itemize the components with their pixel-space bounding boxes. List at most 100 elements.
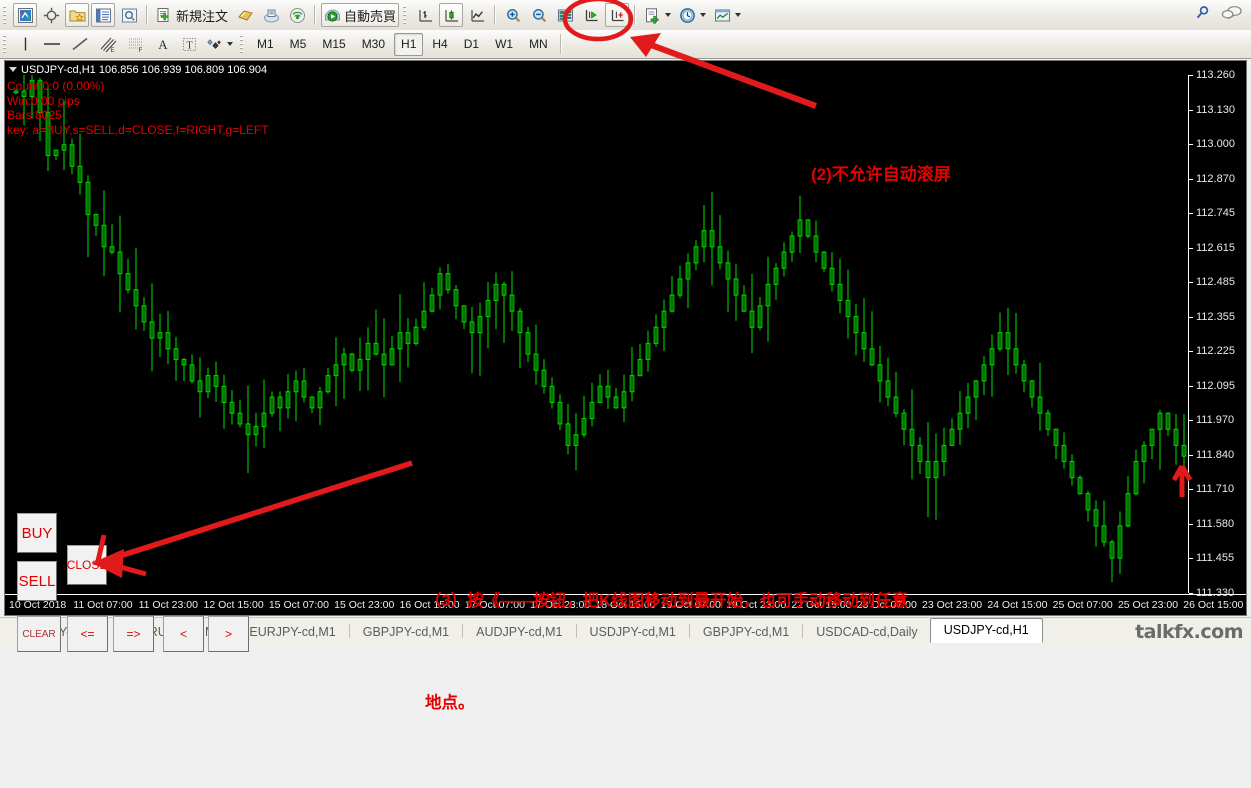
horizontal-line-icon[interactable] [39,32,65,56]
search-icon[interactable] [1193,4,1211,27]
price-tick-label: 111.970 [1196,414,1235,427]
mt4-window: 新規注文 自動売買 E F A T M1 M5 M15 M30 H1 H4 D1… [0,0,1251,712]
timeframe-m15[interactable]: M15 [315,33,352,56]
price-tick [1189,420,1193,422]
chevron-down-icon-3[interactable] [735,13,742,17]
chart-stats-overlay: Count:0:0 (0.00%) Win:0.00 pips Bars:802… [7,79,269,137]
price-tick-label: 112.485 [1196,276,1235,289]
text-label-icon[interactable]: T [177,32,201,56]
step-forward-button[interactable]: > [208,616,249,652]
new-chart-icon[interactable] [13,3,37,27]
time-tick-label: 15 Oct 23:00 [334,599,395,611]
price-tick-label: 112.355 [1196,310,1235,323]
price-tick-label: 111.840 [1196,448,1235,461]
price-tick-label: 111.455 [1196,552,1235,565]
price-tick [1189,109,1193,111]
tab-separator [348,624,350,638]
market-watch-icon[interactable] [553,3,577,27]
chart-tab-8[interactable]: USDJPY-cd,H1 [929,618,1043,643]
jump-end-button[interactable]: => [113,616,154,652]
toolbar-separator-4 [634,5,637,25]
price-tick [1189,454,1193,456]
price-tick-label: 112.615 [1196,241,1235,254]
clear-button[interactable]: CLEAR [17,616,61,652]
data-window-icon[interactable] [91,3,115,27]
price-tick [1189,489,1193,491]
price-tick-label: 113.260 [1196,69,1235,81]
price-tick-label: 112.745 [1196,207,1235,220]
line-chart-icon[interactable] [465,3,489,27]
chart-tab-2[interactable]: EURJPY-cd,M1 [237,621,347,643]
price-tick-label: 112.095 [1196,379,1235,392]
annotation-move-chart-line2: 地点。 [425,694,475,712]
bar-chart-icon[interactable] [413,3,437,27]
add-indicator-button[interactable] [641,3,674,27]
drawing-toolbar: E F A T M1 M5 M15 M30 H1 H4 D1 W1 MN [0,30,1251,59]
price-tick-label: 111.580 [1196,517,1235,530]
equidistant-channel-icon[interactable]: E [95,32,121,56]
cursor-icon[interactable] [13,32,37,56]
crosshair-icon[interactable] [39,3,63,27]
auto-trading-button[interactable]: 自動売買 [321,3,400,27]
timeframe-h1[interactable]: H1 [394,32,424,56]
new-order-label: 新規注文 [176,8,229,24]
zoom-out-icon[interactable] [527,3,551,27]
price-tick [1189,523,1193,525]
time-tick-label: 11 Oct 07:00 [73,599,133,611]
svg-text:T: T [186,40,192,51]
chart-title-text: USDJPY-cd,H1 106.856 106.939 106.809 106… [21,63,268,76]
buy-button[interactable]: BUY [17,513,57,553]
price-tick [1189,178,1193,180]
shapes-button[interactable] [203,32,236,56]
candlestick-chart-icon[interactable] [439,3,464,27]
close-button[interactable]: CLOSE [67,545,107,585]
price-tick [1189,351,1193,353]
new-order-button[interactable]: 新規注文 [153,3,231,27]
period-clock-button[interactable] [676,3,709,27]
timeframe-m1[interactable]: M1 [250,33,281,56]
trendline-icon[interactable] [67,32,93,56]
price-axis[interactable]: 113.260 113.130 113.000 112.870 112.745 112.6… [1188,69,1246,599]
annotation-auto-scroll: (2)不允许自动滚屏 [811,165,951,184]
templates-button[interactable] [711,3,744,27]
zoom-in-icon[interactable] [501,3,525,27]
fibonacci-icon[interactable]: F [123,32,149,56]
timeframe-m30[interactable]: M30 [355,33,392,56]
expert-advisors-icon[interactable] [233,3,257,27]
timeframe-grip[interactable] [239,34,246,54]
metaeditor-icon[interactable] [259,3,283,27]
svg-text:E: E [111,48,115,53]
folder-star-icon[interactable] [65,3,89,27]
chevron-down-icon-4[interactable] [227,42,233,46]
timeframe-m5[interactable]: M5 [283,33,314,56]
toolbar-separator-3 [494,5,497,25]
timeframe-w1[interactable]: W1 [488,33,520,56]
main-toolbar: 新規注文 自動売買 [0,0,1251,31]
annotation-move-chart: （3）按《——按钮，把K线图移动到最开始，也可手动移动到任意 地点。 [425,516,908,788]
price-tick-label: 113.130 [1196,103,1235,116]
step-back-button[interactable]: < [163,616,204,652]
chart-window[interactable]: USDJPY-cd,H1 106.856 106.939 106.809 106… [4,60,1247,712]
toolbar-grip-2[interactable] [402,5,410,25]
jump-start-button[interactable]: <= [67,616,108,652]
chart-shift-icon[interactable] [605,3,630,27]
annotation-move-chart-line1: （3）按《——按钮，把K线图移动到最开始，也可手动移动到任意 [425,592,909,610]
text-icon[interactable]: A [151,32,175,56]
sell-button[interactable]: SELL [17,561,57,601]
toolbar-grip[interactable] [2,5,9,25]
timeframe-d1[interactable]: D1 [457,33,486,56]
auto-scroll-icon[interactable] [579,3,603,27]
price-tick-label: 113.000 [1196,138,1235,151]
magnifier-window-icon[interactable] [117,3,141,27]
chart-menu-triangle-icon[interactable] [9,67,17,72]
chevron-down-icon[interactable] [665,13,672,17]
signals-icon[interactable] [285,3,309,27]
chart-title-bar: USDJPY-cd,H1 106.856 106.939 106.809 106… [9,63,267,76]
chevron-down-icon-2[interactable] [700,13,707,17]
timeframe-h4[interactable]: H4 [425,33,454,56]
timeframe-mn[interactable]: MN [522,33,555,56]
chat-icon[interactable] [1221,4,1243,27]
price-tick [1189,316,1193,318]
time-tick-label: 25 Oct 23:00 [1117,599,1179,611]
drawing-toolbar-grip[interactable] [2,34,9,54]
